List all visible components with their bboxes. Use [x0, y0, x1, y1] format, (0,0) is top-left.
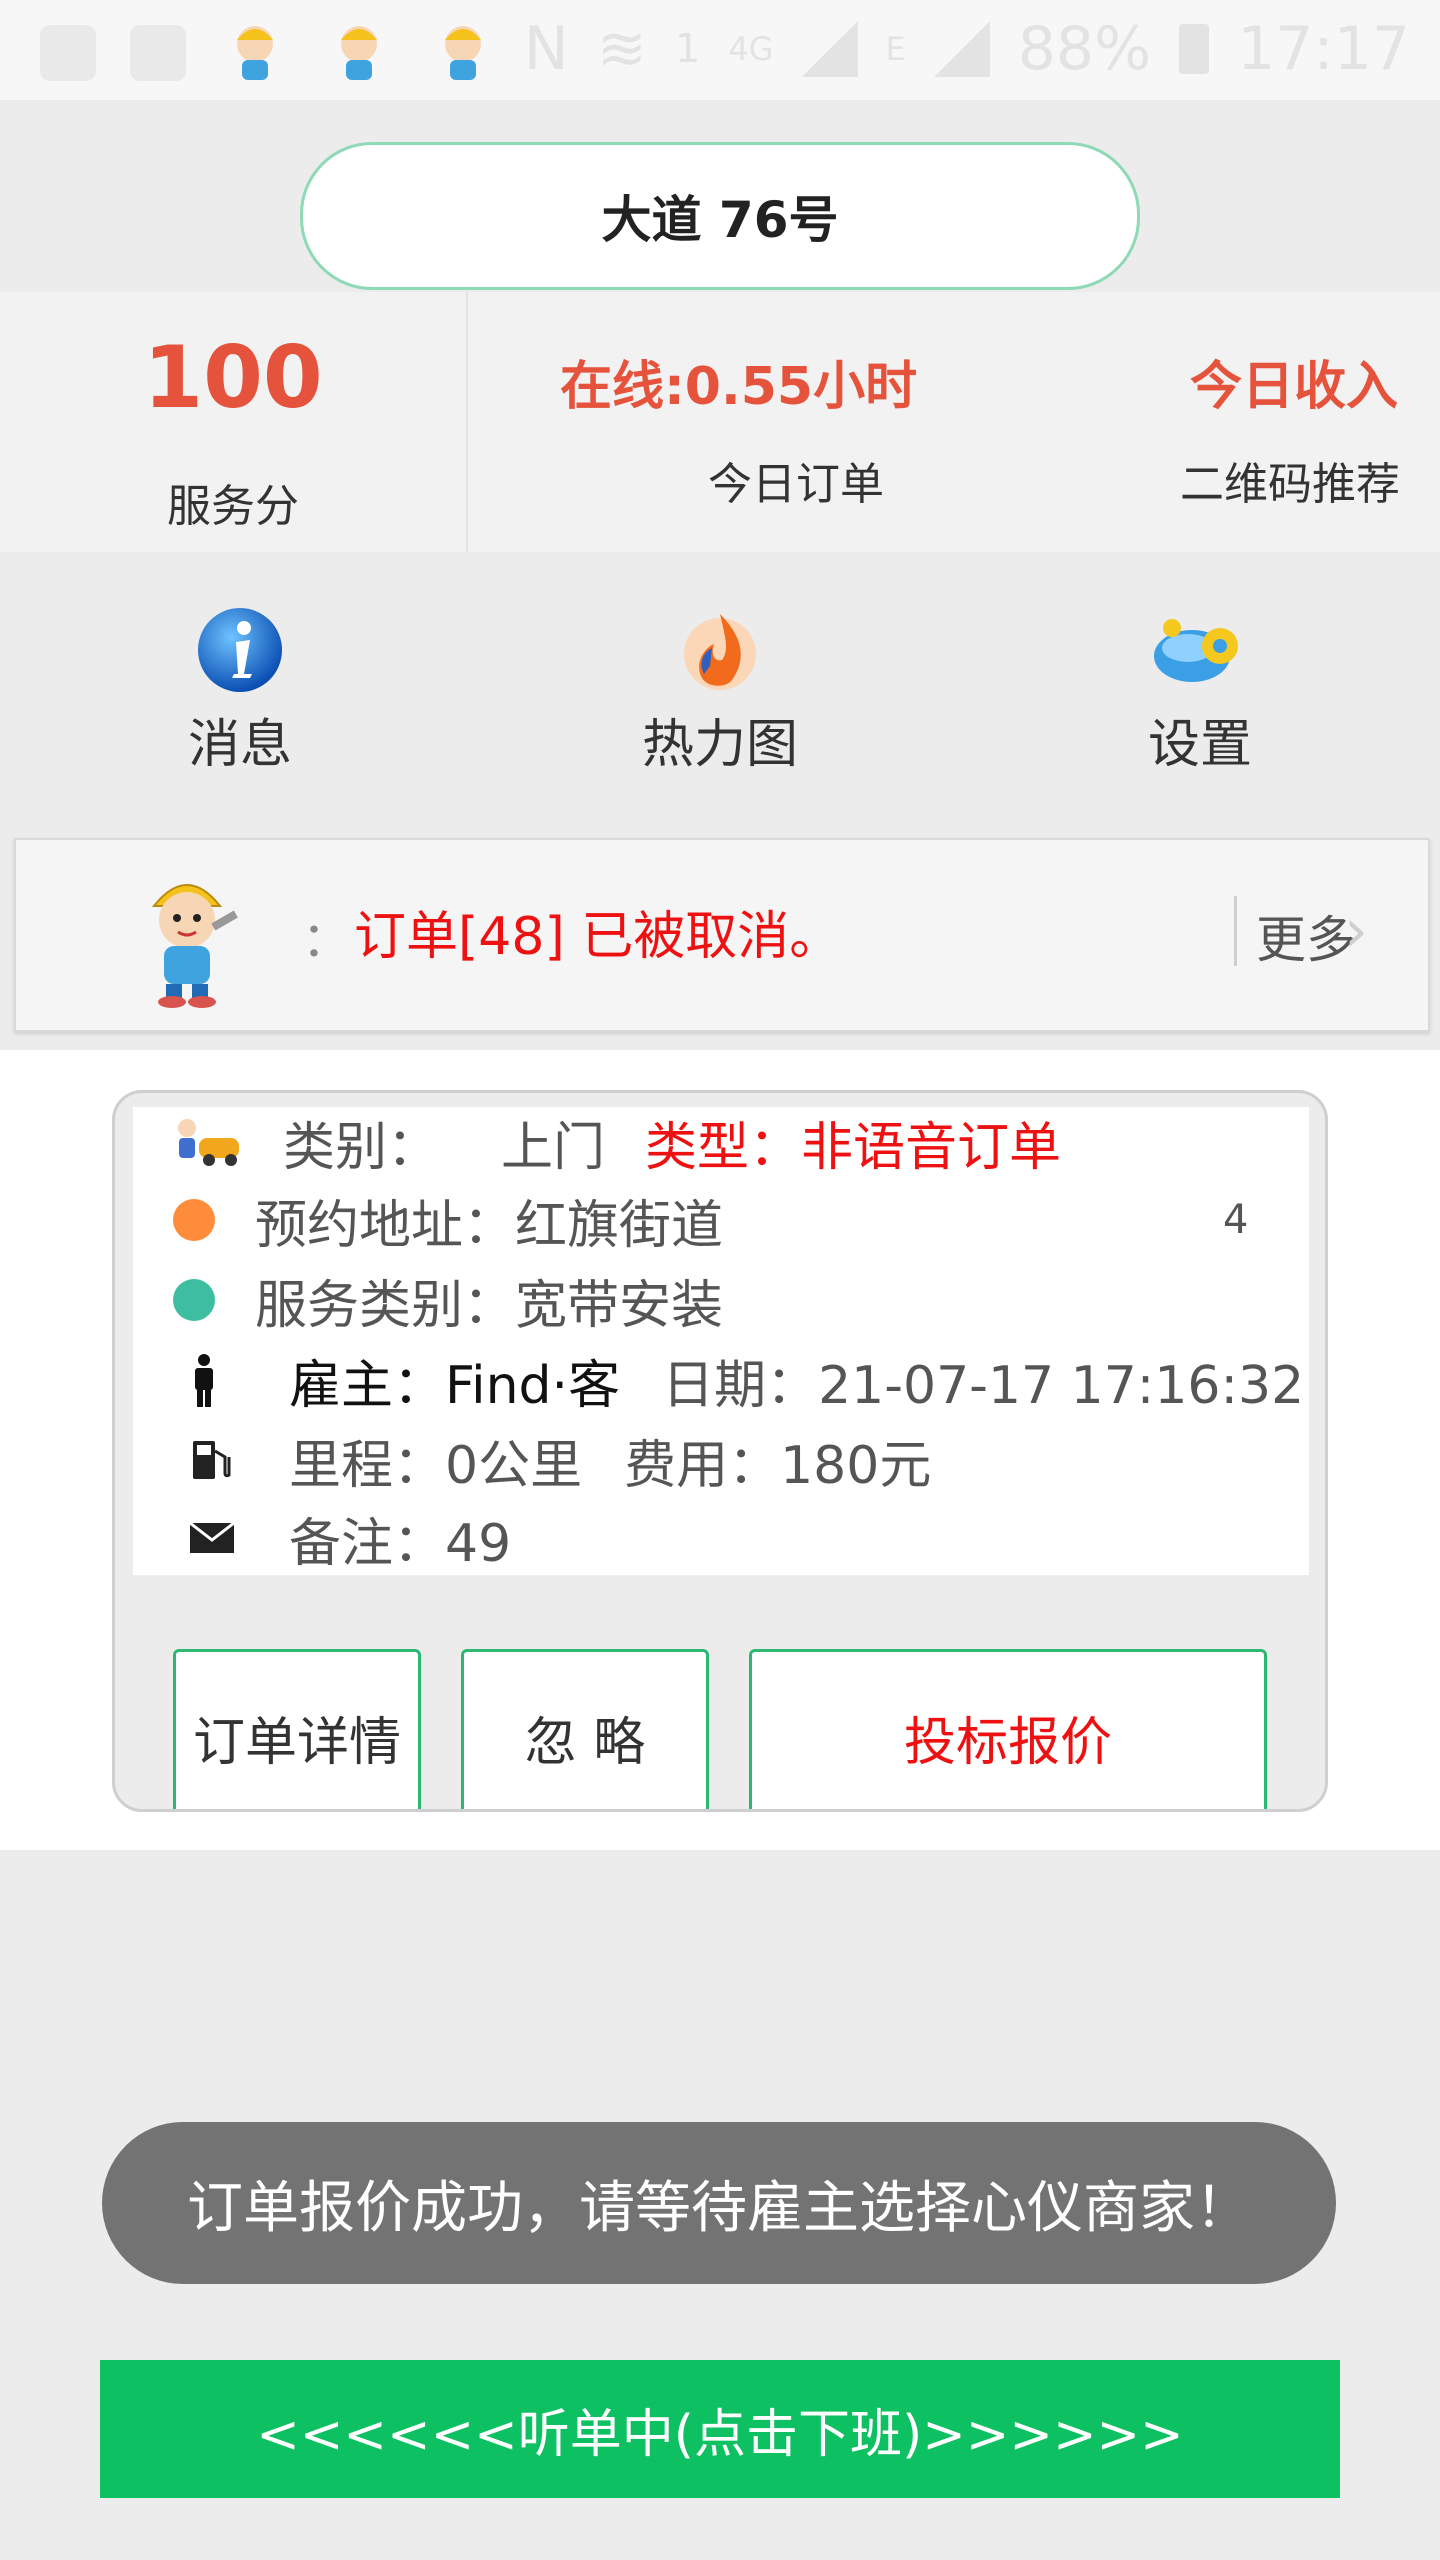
mascot-notification-icon: [341, 26, 377, 80]
order-fee: 费用：180元: [624, 1435, 932, 1496]
image-notification-icon: [130, 25, 186, 81]
nav-heatmap-label: 热力图: [641, 715, 798, 775]
order-service-row: 服务类别：宽带安装: [173, 1265, 724, 1336]
chevron-right-icon: ›: [1344, 896, 1368, 966]
info-icon: [198, 608, 282, 692]
order-mileage-row: 里程：0公里 费用：180元: [189, 1425, 932, 1496]
order-address: 预约地址：红旗街道: [255, 1195, 724, 1256]
mascot-notification-icon: [445, 26, 481, 80]
listening-toggle-button[interactable]: <<<<<<听单中(点击下班)>>>>>>: [100, 2360, 1340, 2498]
qr-recommend-link[interactable]: 二维码推荐: [1180, 448, 1400, 512]
order-type: 类型：非语音订单: [645, 1117, 1062, 1178]
fuel-pump-icon: [193, 1441, 231, 1479]
order-employer-row: 雇主：Find·客 日期：21-07-17 17:16:32: [189, 1345, 1305, 1416]
toast-message: 订单报价成功，请等待雇主选择心仪商家！: [102, 2122, 1336, 2284]
person-icon: [195, 1354, 213, 1407]
gear-icon: [1154, 619, 1238, 682]
quick-nav: 消息 热力图 设置: [0, 552, 1440, 830]
nav-settings[interactable]: 设置: [1080, 604, 1320, 777]
stats-panel: 100 服务分 在线:0.55小时 今日订单 今日收入 二维码推荐: [0, 292, 1440, 552]
envelope-icon: [189, 1522, 235, 1553]
bid-quote-button[interactable]: 投标报价: [749, 1649, 1267, 1809]
order-card: 类别： 上门 类型：非语音订单 预约地址：红旗街道 4 服务类别：宽带安装 雇主…: [112, 1090, 1328, 1812]
order-employer: 雇主：Find·客: [289, 1355, 621, 1416]
page-title: 大道 76号: [300, 142, 1140, 290]
nav-heatmap[interactable]: 热力图: [600, 604, 840, 777]
order-detail-button[interactable]: 订单详情: [173, 1649, 421, 1809]
clock: 17:17: [1237, 14, 1410, 84]
order-note-row: 备注：49: [189, 1503, 512, 1574]
nav-messages[interactable]: 消息: [120, 604, 360, 777]
online-hours: 在线:0.55小时: [560, 357, 918, 417]
notice-more-link[interactable]: 更多: [1256, 900, 1356, 972]
order-category-row: 类别： 上门 类型：非语音订单: [173, 1107, 1062, 1178]
order-address-tail: 4: [1223, 1197, 1249, 1243]
today-income-link[interactable]: 今日收入: [1190, 344, 1398, 419]
orange-dot-icon: [173, 1199, 215, 1241]
status-bar-left: [40, 18, 498, 88]
wifi-icon: ≋: [596, 14, 647, 84]
today-orders-link[interactable]: 今日订单: [708, 448, 884, 512]
order-note: 备注：49: [289, 1513, 512, 1574]
status-bar-right: N ≋ 1 4G E 88% 17:17: [524, 14, 1410, 84]
car-repair-icon: [178, 1119, 239, 1166]
status-bar: N ≋ 1 4G E 88% 17:17: [0, 0, 1440, 100]
network-type: 4G: [728, 30, 774, 68]
edge-label: E: [885, 30, 906, 68]
notice-message: 订单[48] 已被取消。: [354, 907, 842, 967]
sim-icon: 1: [674, 26, 701, 72]
order-category-value: 上门: [501, 1117, 606, 1178]
signal-icon: [801, 21, 858, 77]
notice-divider: [1234, 896, 1237, 966]
order-category-prefix: 类别：: [283, 1117, 440, 1178]
service-score-label: 服务分: [167, 481, 299, 532]
notice-bar: ： 订单[48] 已被取消。 更多 ›: [14, 838, 1430, 1032]
battery-percent: 88%: [1017, 14, 1152, 84]
mascot-avatar-icon: [151, 884, 238, 1008]
notice-colon: ：: [302, 912, 351, 968]
flame-icon: [684, 614, 756, 690]
signal-icon-2: [933, 21, 990, 77]
ignore-button[interactable]: 忽 略: [461, 1649, 709, 1809]
header: 大道 76号: [0, 100, 1440, 290]
order-date: 日期：21-07-17 17:16:32: [662, 1355, 1305, 1416]
service-score-box[interactable]: 100 服务分: [0, 292, 468, 552]
order-mileage: 里程：0公里: [289, 1435, 583, 1496]
teal-dot-icon: [173, 1279, 215, 1321]
redaction-mark: [445, 1112, 496, 1172]
order-card-body: 类别： 上门 类型：非语音订单 预约地址：红旗街道 4 服务类别：宽带安装 雇主…: [133, 1107, 1309, 1575]
order-panel: 类别： 上门 类型：非语音订单 预约地址：红旗街道 4 服务类别：宽带安装 雇主…: [0, 1050, 1440, 1850]
nav-messages-label: 消息: [187, 715, 292, 775]
mascot-notification-icon: [237, 26, 273, 80]
battery-icon: [1179, 24, 1210, 74]
nav-settings-label: 设置: [1147, 715, 1252, 775]
service-score-value: 100: [143, 328, 323, 428]
nfc-icon: N: [523, 14, 569, 84]
chat-notification-icon: [40, 25, 96, 81]
order-address-row: 预约地址：红旗街道 4: [173, 1185, 1249, 1256]
order-service-type: 服务类别：宽带安装: [255, 1275, 724, 1336]
